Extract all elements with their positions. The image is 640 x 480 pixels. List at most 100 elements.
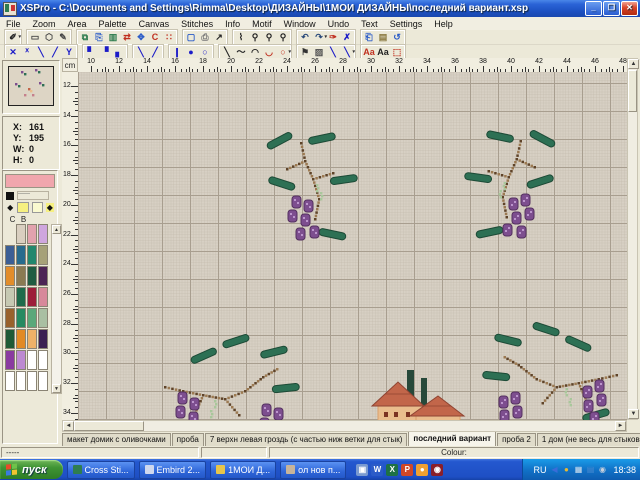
palette-swatch[interactable] bbox=[38, 266, 48, 286]
mirror-motif-button[interactable]: ⇄ bbox=[120, 31, 134, 43]
palette-swatch[interactable] bbox=[16, 287, 26, 307]
palette-scrollbar[interactable]: ▲▼ bbox=[51, 224, 62, 394]
title-bar[interactable]: XSPro - C:\Documents and Settings\Rimma\… bbox=[0, 0, 640, 17]
menu-zoom[interactable]: Zoom bbox=[27, 19, 62, 29]
palette-swatch[interactable] bbox=[27, 329, 37, 349]
full-cross-stitch-button[interactable]: ✕ bbox=[6, 46, 20, 58]
knife-tool-button[interactable]: ⚑ bbox=[298, 46, 312, 58]
scroll-right-button[interactable]: ► bbox=[615, 421, 626, 431]
palette-swatch[interactable] bbox=[16, 224, 26, 244]
coin-tray-icon[interactable]: ● bbox=[561, 465, 571, 475]
palette-swatch[interactable] bbox=[27, 350, 37, 370]
dashed-select-button[interactable]: ⬚ bbox=[390, 46, 404, 58]
pencil-tool-dropdown-icon[interactable]: ▾ bbox=[18, 31, 21, 43]
palette-swatch[interactable] bbox=[38, 350, 48, 370]
document-tab[interactable]: 1 дом (не весь для стыковки) bbox=[537, 433, 640, 446]
petite-cross-stitch-button[interactable]: ᕁ bbox=[20, 46, 34, 58]
quarter-stitch-bl-button[interactable]: ▖ bbox=[112, 46, 126, 58]
palette-swatch[interactable] bbox=[38, 308, 48, 328]
print-export-button[interactable]: ⎙ bbox=[198, 31, 212, 43]
palette-swatch[interactable] bbox=[5, 266, 15, 286]
palette-swatch[interactable] bbox=[5, 371, 15, 391]
vertical-scrollbar[interactable]: ▲ ▼ bbox=[627, 58, 638, 420]
palette-swatch[interactable] bbox=[16, 329, 26, 349]
menu-window[interactable]: Window bbox=[278, 19, 322, 29]
copy-motif-button[interactable]: ⎘ bbox=[92, 31, 106, 43]
palette-scroll-up[interactable]: ▲ bbox=[52, 225, 61, 234]
arc-down-button[interactable]: ◡ bbox=[262, 46, 276, 58]
menu-undo[interactable]: Undo bbox=[322, 19, 356, 29]
diamond-symbol-left[interactable]: ◆ bbox=[6, 203, 14, 212]
french-knot-button[interactable]: ● bbox=[184, 46, 198, 58]
scroll-down-button[interactable]: ▼ bbox=[628, 409, 639, 419]
vertical-scroll-thumb[interactable] bbox=[628, 70, 637, 112]
stitch-canvas[interactable] bbox=[78, 72, 627, 420]
rotate-motif-button[interactable]: C bbox=[148, 31, 162, 43]
palette-swatch[interactable] bbox=[27, 224, 37, 244]
text-tool-red-button[interactable]: Aa bbox=[362, 46, 376, 58]
quarter-stitch-tr-button[interactable]: ▝ bbox=[98, 46, 112, 58]
text-tool-black-button[interactable]: Aa bbox=[376, 46, 390, 58]
paste-special-button[interactable]: ⎗ bbox=[362, 31, 376, 43]
horizontal-scroll-thumb[interactable] bbox=[74, 421, 144, 431]
word-icon[interactable]: W bbox=[371, 464, 383, 476]
pencil-tool-button[interactable]: ✐▾ bbox=[6, 31, 20, 43]
horizontal-scrollbar[interactable]: ◄ ► bbox=[62, 420, 627, 432]
preview-view-button[interactable]: ▢ bbox=[184, 31, 198, 43]
excel-icon[interactable]: X bbox=[386, 464, 398, 476]
palette-swatch[interactable] bbox=[16, 350, 26, 370]
bead-button[interactable]: ○ bbox=[198, 46, 212, 58]
menu-motif[interactable]: Motif bbox=[246, 19, 278, 29]
current-color-swatch[interactable] bbox=[5, 174, 55, 188]
close-button[interactable]: ✕ bbox=[621, 1, 638, 16]
palette-swatch[interactable] bbox=[38, 371, 48, 391]
quarter-stitch-tl-button[interactable]: ▘ bbox=[84, 46, 98, 58]
palette-swatch[interactable] bbox=[27, 287, 37, 307]
palette-swatch[interactable] bbox=[16, 308, 26, 328]
new-sheet-button[interactable]: ▤ bbox=[376, 31, 390, 43]
circle-shape-button[interactable]: ○▾ bbox=[276, 46, 290, 58]
undo-button[interactable]: ↶ bbox=[298, 31, 312, 43]
pattern-fill-button[interactable]: ∷ bbox=[162, 31, 176, 43]
redo-button[interactable]: ↷▾ bbox=[312, 31, 326, 43]
palette-swatch[interactable] bbox=[16, 266, 26, 286]
palette-swatch[interactable] bbox=[27, 245, 37, 265]
delete-stitch-button[interactable]: ✗ bbox=[340, 31, 354, 43]
palette-scroll-down[interactable]: ▼ bbox=[52, 384, 61, 393]
menu-palette[interactable]: Palette bbox=[93, 19, 133, 29]
menu-info[interactable]: Info bbox=[219, 19, 246, 29]
my-computer-icon[interactable]: ▣ bbox=[356, 464, 368, 476]
palette-swatch[interactable] bbox=[38, 329, 48, 349]
taskbar-task-button[interactable]: ол нов п... bbox=[280, 461, 346, 479]
menu-canvas[interactable]: Canvas bbox=[133, 19, 176, 29]
half-stitch-forward-button[interactable]: ╱ bbox=[48, 46, 62, 58]
diamond-symbol-right[interactable]: ◆ bbox=[46, 203, 54, 212]
backstitch-left-button[interactable]: ╲ bbox=[134, 46, 148, 58]
taskbar-task-button[interactable]: Cross Sti... bbox=[67, 461, 135, 479]
menu-help[interactable]: Help bbox=[428, 19, 459, 29]
scroll-track[interactable] bbox=[144, 421, 615, 431]
minimize-button[interactable]: _ bbox=[585, 1, 602, 16]
rotate-canvas-button[interactable]: ↺ bbox=[390, 31, 404, 43]
orange-app-icon[interactable]: ● bbox=[416, 464, 428, 476]
black-color-box[interactable] bbox=[6, 192, 14, 200]
display-tray-icon[interactable]: ▦ bbox=[573, 465, 583, 475]
menu-settings[interactable]: Settings bbox=[384, 19, 429, 29]
move-motif-button[interactable]: ✥ bbox=[134, 31, 148, 43]
dashed-style-box[interactable]: ------ bbox=[17, 191, 49, 200]
circle-shape-dropdown-icon[interactable]: ▾ bbox=[288, 46, 291, 58]
menu-area[interactable]: Area bbox=[62, 19, 93, 29]
palette-swatch[interactable] bbox=[38, 245, 48, 265]
palette-swatch[interactable] bbox=[27, 308, 37, 328]
chart-tray-icon[interactable]: ▤ bbox=[585, 465, 595, 475]
grid-tool-button[interactable]: ▨ bbox=[312, 46, 326, 58]
zoom-in-button[interactable]: ⚲ bbox=[248, 31, 262, 43]
color-pen-button[interactable]: ✑ bbox=[326, 31, 340, 43]
arc-up-button[interactable]: ◠ bbox=[248, 46, 262, 58]
lasso-select-tool-button[interactable]: ⬡ bbox=[42, 31, 56, 43]
vertical-stitch-button[interactable]: ❙ bbox=[170, 46, 184, 58]
document-tab[interactable]: последний вариант bbox=[408, 432, 496, 446]
palette-swatch[interactable] bbox=[38, 287, 48, 307]
straight-line-button[interactable]: ╲ bbox=[220, 46, 234, 58]
palette-swatch[interactable] bbox=[5, 287, 15, 307]
